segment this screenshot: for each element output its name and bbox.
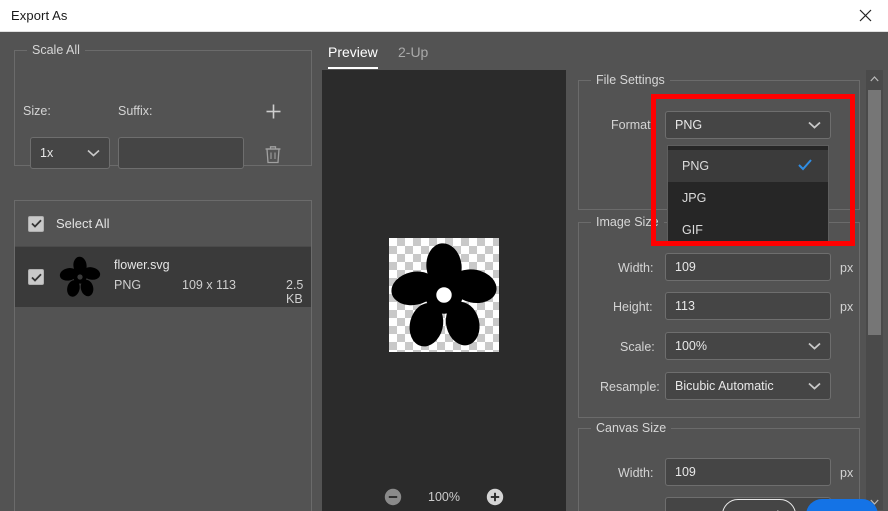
file-name: flower.svg [114,258,170,272]
file-checkbox[interactable] [28,269,44,285]
image-width-input[interactable]: 109 [665,253,831,281]
dialog-body: Scale All Size: Suffix: 1x Select All fl… [0,32,888,511]
dropdown-option-jpg[interactable]: JPG [668,182,828,214]
flower-thumbnail-icon [59,256,101,297]
size-select[interactable]: 1x [30,137,110,169]
image-width-value: 109 [675,260,696,274]
chevron-down-icon [808,382,821,390]
format-dropdown-menu[interactable]: PNG JPG GIF [667,145,829,243]
zoom-level: 100% [428,490,460,504]
canvas-width-label: Width: [618,466,654,480]
canvas-width-unit: px [840,466,854,480]
plus-circle-icon[interactable] [486,488,504,506]
file-dimensions: 109 x 113 [182,278,236,292]
file-format: PNG [114,278,142,292]
tab-preview[interactable]: Preview [328,44,378,69]
chevron-down-icon [87,149,100,157]
chevron-down-icon [808,342,821,350]
file-settings-title: File Settings [591,73,670,87]
title-bar: Export As [0,0,888,32]
dropdown-option-label: GIF [682,223,703,237]
tab-2-up[interactable]: 2-Up [398,44,428,67]
image-height-value: 113 [675,299,695,313]
file-size: 2.5 KB [286,278,304,306]
preview-canvas [322,95,566,495]
preview-image [389,238,499,352]
trash-icon[interactable] [262,142,284,166]
scrollbar[interactable] [866,70,883,510]
checkmark-icon [30,273,42,282]
suffix-label: Suffix: [118,104,153,118]
dropdown-option-png[interactable]: PNG [668,150,828,182]
scrollbar-thumb[interactable] [868,90,881,335]
image-height-label: Height: [613,300,653,314]
chevron-up-icon [870,75,879,81]
format-select-value: PNG [675,118,703,132]
cancel-button[interactable]: Cancel [722,499,796,511]
size-select-value: 1x [40,146,54,160]
suffix-input[interactable] [118,137,244,169]
checkmark-icon [798,159,812,171]
image-height-unit: px [840,300,854,314]
checkmark-icon [30,219,42,228]
scale-all-title: Scale All [27,43,85,57]
size-label: Size: [23,104,51,118]
dropdown-option-label: JPG [682,191,707,205]
chevron-down-icon [808,121,821,129]
export-button[interactable]: Export [806,499,878,511]
image-size-title: Image Size [591,215,664,229]
plus-icon[interactable] [262,100,284,122]
canvas-size-title: Canvas Size [591,421,672,435]
format-select[interactable]: PNG [665,111,831,139]
resample-label: Resample: [600,380,660,394]
dropdown-option-label: PNG [682,159,710,173]
image-width-unit: px [840,261,854,275]
select-all-checkbox[interactable] [28,215,44,232]
select-all-row[interactable]: Select All [15,201,311,247]
preview-panel: 100% [322,70,566,511]
image-height-input[interactable]: 113 [665,292,831,320]
resample-select[interactable]: Bicubic Automatic [665,372,831,400]
export-as-dialog: Export As Scale All Size: Suffix: 1x Sel… [0,0,888,511]
image-width-label: Width: [618,261,654,275]
resample-value: Bicubic Automatic [675,379,774,393]
canvas-width-input[interactable]: 109 [665,458,831,486]
close-icon[interactable] [842,0,888,31]
preview-zoom-bar: 100% [322,484,566,510]
scrollbar-up-arrow[interactable] [866,70,883,87]
image-scale-select[interactable]: 100% [665,332,831,360]
page-title: Export As [11,8,68,23]
image-scale-label: Scale: [620,340,655,354]
file-meta: flower.svg PNG 109 x 113 2.5 KB [114,256,311,306]
dropdown-option-gif[interactable]: GIF [668,214,828,246]
canvas-width-value: 109 [675,465,696,479]
format-label: Format: [611,118,655,132]
list-item[interactable]: flower.svg PNG 109 x 113 2.5 KB [15,247,311,307]
select-all-label: Select All [56,216,110,231]
minus-circle-icon[interactable] [384,488,402,506]
image-scale-value: 100% [675,339,707,353]
file-list: Select All flower.svg PNG 109 x 113 2.5 … [14,200,312,511]
